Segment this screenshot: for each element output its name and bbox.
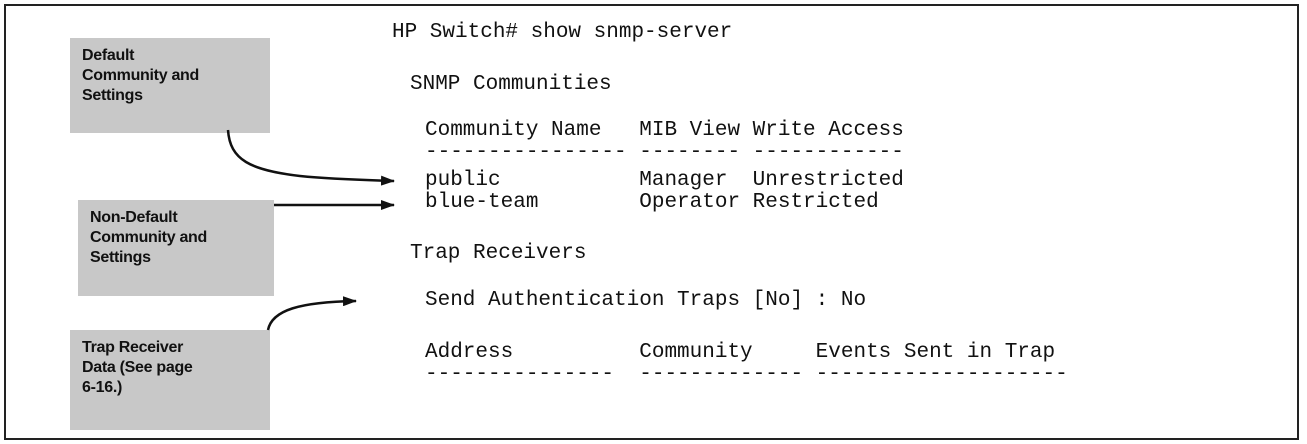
trap-receivers-header: Address Community Events Sent in Trap [425,341,1056,364]
arrow-trap-to-send-auth [266,296,357,331]
trap-receivers-title: Trap Receivers [410,242,587,265]
communities-header: Community Name MIB View Write Access [425,119,904,142]
arrow-default-to-public [226,129,395,186]
communities-rule: ---------------- -------- ------------ [425,141,904,164]
trap-receivers-rule: --------------- ------------- ----------… [425,363,1068,386]
snmp-communities-title: SNMP Communities [410,73,612,96]
community-row-public: public Manager Unrestricted [425,169,904,192]
send-auth-traps-line: Send Authentication Traps [No] : No [425,289,867,312]
cli-prompt: HP Switch# show snmp-server [392,21,733,44]
community-row-blue-team: blue-team Operator Restricted [425,191,879,214]
